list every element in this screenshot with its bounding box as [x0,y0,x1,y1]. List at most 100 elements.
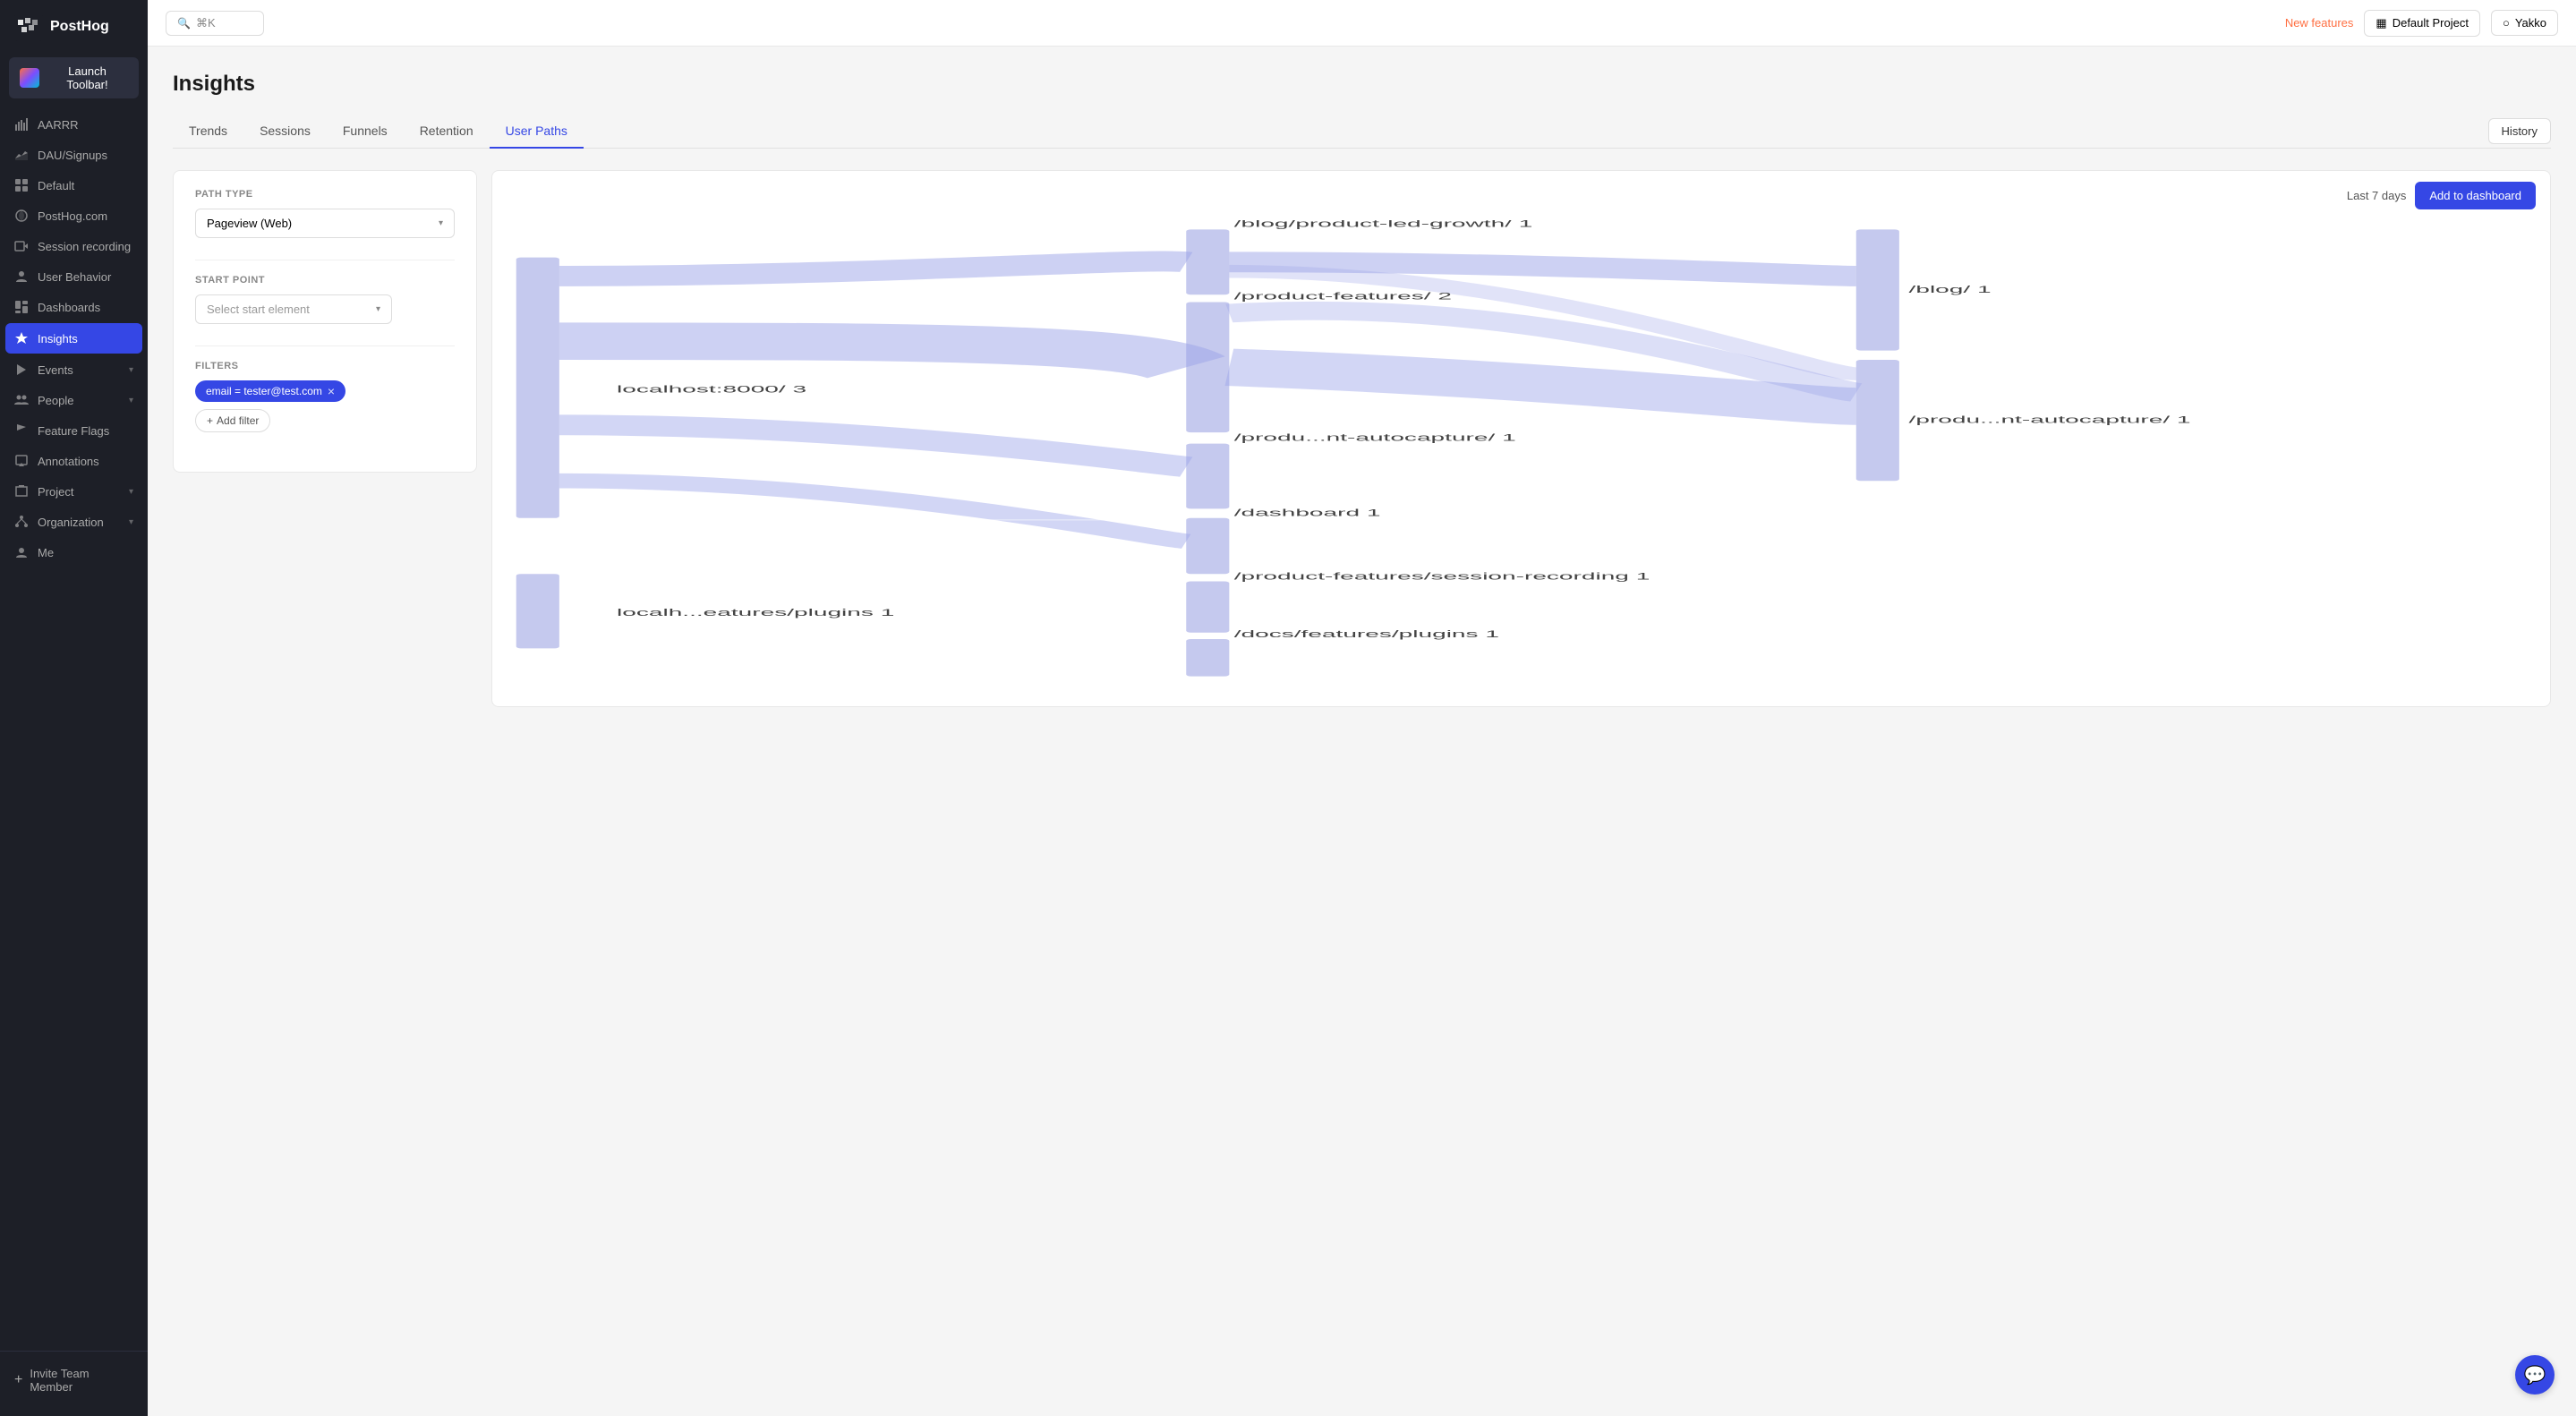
search-icon: 🔍 [177,17,191,30]
project-icon: ▦ [2376,16,2386,30]
logo: PostHog [0,0,148,54]
path-type-section: PATH TYPE Pageview (Web) ▾ [195,189,455,238]
filter-tag-text: email = tester@test.com [206,385,322,397]
sidebar-item-insights[interactable]: Insights [5,323,142,354]
user-icon: ○ [2503,16,2510,30]
sidebar-item-session-recording[interactable]: Session recording [0,231,148,261]
svg-text:/produ...nt-autocapture/ 1: /produ...nt-autocapture/ 1 [1234,432,1516,443]
start-point-label: START POINT [195,275,455,286]
sidebar-item-posthog[interactable]: PostHog.com [0,200,148,231]
sidebar-item-dashboards-label: Dashboards [38,301,100,314]
sidebar-item-posthog-label: PostHog.com [38,209,107,223]
svg-text:localhost:8000/ 3: localhost:8000/ 3 [617,384,806,395]
svg-text:/produ...nt-autocapture/ 1: /produ...nt-autocapture/ 1 [1909,414,2191,425]
tab-funnels[interactable]: Funnels [327,115,404,149]
page-title: Insights [173,72,2551,97]
sidebar-item-default-label: Default [38,179,74,192]
sidebar-item-default[interactable]: Default [0,170,148,200]
path-type-chevron-icon: ▾ [439,218,443,228]
project-selector-button[interactable]: ▦ Default Project [2364,10,2480,37]
launch-toolbar-button[interactable]: Launch Toolbar! [9,57,139,98]
right-panel-header: Last 7 days Add to dashboard [492,171,2550,220]
sidebar-item-project-label: Project [38,485,73,499]
left-panel: PATH TYPE Pageview (Web) ▾ START POINT S… [173,170,477,473]
sidebar-item-feature-flags-label: Feature Flags [38,424,109,438]
path-type-value: Pageview (Web) [207,217,292,230]
sankey-chart: localhost:8000/ 3 /blog/product-led-grow… [492,220,2550,686]
sidebar-item-organization[interactable]: Organization ▾ [0,507,148,537]
invite-label: Invite Team Member [30,1367,133,1394]
user-menu-button[interactable]: ○ Yakko [2491,10,2558,36]
svg-text:/blog/ 1: /blog/ 1 [1909,284,1992,294]
chat-icon: 💬 [2524,1364,2546,1386]
sankey-svg: localhost:8000/ 3 /blog/product-led-grow… [492,220,2550,686]
svg-text:/product-features/ 2: /product-features/ 2 [1234,291,1452,302]
right-panel: Last 7 days Add to dashboard [491,170,2551,707]
sidebar-item-dau[interactable]: DAU/Signups [0,140,148,170]
add-filter-label: Add filter [217,414,259,427]
tabs-bar: Trends Sessions Funnels Retention User P… [173,115,2551,149]
sidebar-item-project[interactable]: Project ▾ [0,476,148,507]
app-name: PostHog [50,19,109,35]
chat-button[interactable]: 💬 [2515,1355,2555,1395]
sidebar-item-aarrr[interactable]: AARRR [0,109,148,140]
svg-text:/blog/product-led-growth/ 1: /blog/product-led-growth/ 1 [1234,220,1533,229]
start-point-section: START POINT Select start element ▾ [195,275,455,324]
sidebar-item-annotations-label: Annotations [38,455,99,468]
sidebar-item-people-label: People [38,394,73,407]
sidebar-item-dau-label: DAU/Signups [38,149,107,162]
invite-plus-icon: + [14,1372,22,1388]
filters-section: FILTERS email = tester@test.com × + Add … [195,361,455,432]
sidebar-item-people[interactable]: People ▾ [0,385,148,415]
user-label: Yakko [2515,16,2546,30]
project-label: Default Project [2393,16,2469,30]
toolbar-label: Launch Toolbar! [47,64,128,91]
content-area: Insights Trends Sessions Funnels Retenti… [148,47,2576,1416]
filter-remove-icon[interactable]: × [328,385,335,397]
history-button[interactable]: History [2488,118,2551,144]
sidebar-item-annotations[interactable]: Annotations [0,446,148,476]
sidebar-item-dashboards[interactable]: Dashboards [0,292,148,322]
start-point-placeholder: Select start element [207,303,310,316]
start-point-dropdown[interactable]: Select start element ▾ [195,294,392,324]
search-placeholder: ⌘K [196,16,216,30]
start-point-chevron-icon: ▾ [376,304,380,314]
sidebar-item-user-behavior[interactable]: User Behavior [0,261,148,292]
invite-team-member-button[interactable]: + Invite Team Member [0,1359,148,1402]
events-chevron-icon: ▾ [129,365,133,375]
org-chevron-icon: ▾ [129,517,133,527]
toolbar-icon [20,68,39,88]
tab-trends[interactable]: Trends [173,115,243,149]
sidebar-item-me[interactable]: Me [0,537,148,567]
main-area: 🔍 ⌘K New features ▦ Default Project ○ Ya… [148,0,2576,1416]
tab-user-paths[interactable]: User Paths [490,115,584,149]
project-chevron-icon: ▾ [129,487,133,497]
new-features-button[interactable]: New features [2285,16,2354,30]
people-chevron-icon: ▾ [129,396,133,405]
sidebar-item-organization-label: Organization [38,516,104,529]
sidebar-item-events-label: Events [38,363,73,377]
sidebar-item-user-behavior-label: User Behavior [38,270,111,284]
search-button[interactable]: 🔍 ⌘K [166,11,264,36]
add-filter-button[interactable]: + Add filter [195,409,270,432]
sidebar-item-me-label: Me [38,546,54,559]
filter-tag-email[interactable]: email = tester@test.com × [195,380,345,402]
sidebar-bottom: + Invite Team Member [0,1351,148,1416]
insight-body: PATH TYPE Pageview (Web) ▾ START POINT S… [173,170,2551,707]
svg-text:localh...eatures/plugins 1: localh...eatures/plugins 1 [617,607,894,618]
tab-sessions[interactable]: Sessions [243,115,327,149]
svg-text:/docs/features/plugins 1: /docs/features/plugins 1 [1234,628,1499,639]
sidebar-item-feature-flags[interactable]: Feature Flags [0,415,148,446]
add-filter-plus-icon: + [207,414,213,427]
sidebar-item-insights-label: Insights [38,332,78,345]
sidebar-item-session-recording-label: Session recording [38,240,131,253]
add-to-dashboard-button[interactable]: Add to dashboard [2415,182,2536,209]
sidebar-nav: AARRR DAU/Signups Default PostHog.com Se… [0,102,148,1351]
path-type-dropdown[interactable]: Pageview (Web) ▾ [195,209,455,238]
tab-retention[interactable]: Retention [404,115,490,149]
svg-text:/product-features/session-reco: /product-features/session-recording 1 [1234,571,1651,582]
path-type-label: PATH TYPE [195,189,455,200]
sidebar-item-events[interactable]: Events ▾ [0,354,148,385]
sidebar-item-aarrr-label: AARRR [38,118,79,132]
svg-text:/dashboard 1: /dashboard 1 [1234,508,1381,518]
